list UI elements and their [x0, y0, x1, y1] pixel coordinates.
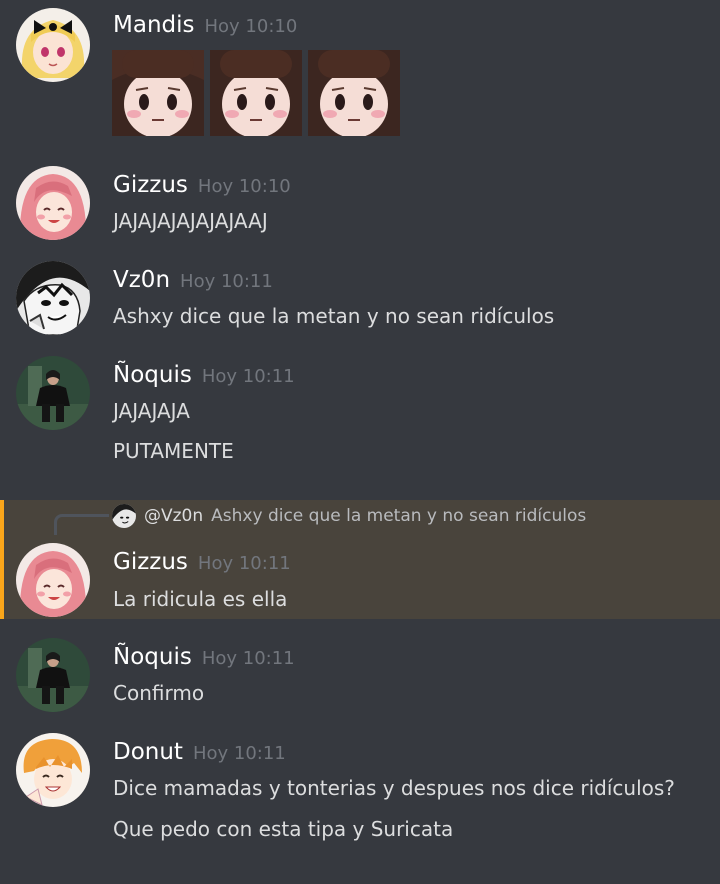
- message-header: Vz0n Hoy 10:11: [113, 267, 273, 293]
- manga-bw-avatar-icon: [112, 504, 136, 528]
- sad-face-emoji-icon[interactable]: [308, 50, 400, 136]
- reply-preview-text[interactable]: Ashxy dice que la metan y no sean ridícu…: [211, 506, 586, 526]
- anime-pink-hair-avatar-icon: [16, 543, 90, 617]
- message-header: Donut Hoy 10:11: [113, 739, 286, 765]
- timestamp: Hoy 10:10: [204, 16, 298, 37]
- reply-spine: [54, 514, 109, 535]
- reply-reference[interactable]: @Vz0n Ashxy dice que la metan y no sean …: [112, 504, 586, 528]
- message-header: Mandis Hoy 10:10: [113, 12, 297, 38]
- timestamp: Hoy 10:11: [201, 648, 295, 669]
- anime-orange-hair-avatar-icon: [16, 733, 90, 807]
- message-text: JAJAJAJAJAJAJAAJ: [113, 209, 268, 233]
- avatar[interactable]: [16, 733, 90, 807]
- message-header: Gizzus Hoy 10:11: [113, 549, 291, 575]
- emoji-row: [112, 50, 400, 136]
- message-header: Gizzus Hoy 10:10: [113, 172, 291, 198]
- username[interactable]: Gizzus: [113, 549, 188, 575]
- message-text: PUTAMENTE: [113, 439, 234, 463]
- username[interactable]: Ñoquis: [113, 644, 192, 670]
- message-text: JAJAJAJA: [113, 399, 190, 423]
- keanu-avatar-icon: [16, 638, 90, 712]
- avatar[interactable]: [16, 261, 90, 335]
- timestamp: Hoy 10:11: [201, 366, 295, 387]
- manga-bw-avatar-icon: [16, 261, 90, 335]
- message-header: Ñoquis Hoy 10:11: [113, 644, 295, 670]
- anime-pink-hair-avatar-icon: [16, 166, 90, 240]
- keanu-avatar-icon: [16, 356, 90, 430]
- anime-blonde-girl-avatar-icon: [16, 8, 90, 82]
- message-text: Ashxy dice que la metan y no sean ridícu…: [113, 304, 555, 328]
- username[interactable]: Donut: [113, 739, 183, 765]
- timestamp: Hoy 10:11: [180, 271, 273, 292]
- reply-username[interactable]: @Vz0n: [144, 506, 203, 526]
- message-header: Ñoquis Hoy 10:11: [113, 362, 295, 388]
- avatar[interactable]: [16, 166, 90, 240]
- sad-face-emoji-icon[interactable]: [210, 50, 302, 136]
- message-text: Confirmo: [113, 681, 205, 705]
- avatar[interactable]: [16, 8, 90, 82]
- message-text: Que pedo con esta tipa y Suricata: [113, 817, 454, 841]
- mention-bar: [0, 500, 4, 619]
- username[interactable]: Mandis: [113, 12, 195, 38]
- sad-face-emoji-icon[interactable]: [112, 50, 204, 136]
- timestamp: Hoy 10:11: [197, 553, 291, 574]
- username[interactable]: Gizzus: [113, 172, 188, 198]
- avatar[interactable]: [16, 356, 90, 430]
- message-text: La ridicula es ella: [113, 587, 288, 611]
- timestamp: Hoy 10:11: [192, 743, 286, 764]
- avatar[interactable]: [16, 543, 90, 617]
- username[interactable]: Vz0n: [113, 267, 170, 293]
- avatar[interactable]: [16, 638, 90, 712]
- timestamp: Hoy 10:10: [197, 176, 291, 197]
- username[interactable]: Ñoquis: [113, 362, 192, 388]
- message-text: Dice mamadas y tonterias y despues nos d…: [113, 776, 675, 800]
